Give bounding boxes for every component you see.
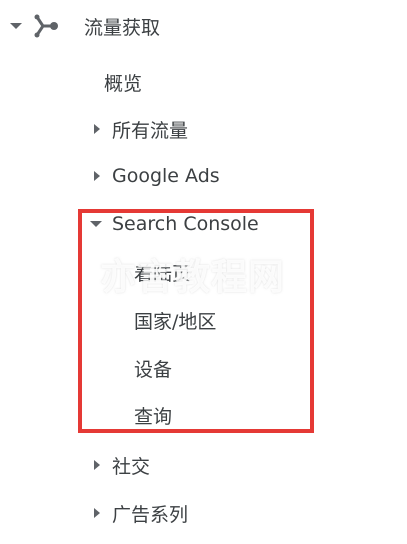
nav-item-overview[interactable]: 概览 [104,62,142,102]
section-label: 流量获取 [84,16,161,39]
acquisition-icon [34,13,60,39]
social-label: 社交 [112,455,151,478]
watermark: 亦言教程网 [100,257,286,298]
search-console-label: Search Console [112,213,259,235]
nav-item-campaigns[interactable]: 广告系列 [94,493,188,533]
nav-item-social[interactable]: 社交 [94,445,150,485]
nav-item-search-console[interactable]: Search Console [90,204,259,244]
acquisition-section-header[interactable]: 流量获取 [10,6,160,46]
campaigns-label: 广告系列 [112,503,189,526]
collapse-caret-icon [90,221,102,227]
nav-item-devices[interactable]: 设备 [134,348,172,388]
expand-caret-icon [94,508,100,518]
devices-label: 设备 [134,358,173,381]
nav-item-google-ads[interactable]: Google Ads [94,156,220,196]
nav-item-landing-pages[interactable]: 着陆页 [134,252,191,292]
countries-label: 国家/地区 [134,310,217,333]
expand-caret-icon [94,124,100,134]
acquisition-nav: 流量获取 概览 所有流量 Google Ads Search Console 着… [0,0,407,544]
expand-caret-icon [94,460,100,470]
expand-caret-icon [94,171,100,181]
landing-pages-label: 着陆页 [134,262,192,285]
overview-label: 概览 [104,72,143,95]
nav-item-countries[interactable]: 国家/地区 [134,300,216,340]
nav-item-queries[interactable]: 查询 [134,395,172,435]
collapse-caret-icon[interactable] [10,23,22,29]
nav-item-all-traffic[interactable]: 所有流量 [94,109,188,149]
google-ads-label: Google Ads [112,165,220,187]
all-traffic-label: 所有流量 [112,119,189,142]
queries-label: 查询 [134,405,173,428]
